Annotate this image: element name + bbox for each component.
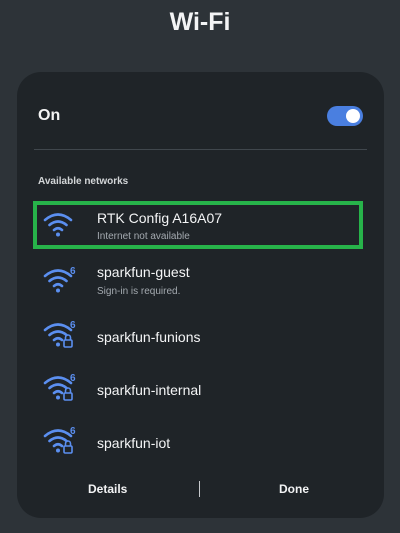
svg-text:6: 6 xyxy=(70,373,76,384)
network-item-sparkfun-iot[interactable]: 6 sparkfun-iot xyxy=(37,421,359,461)
network-item-sparkfun-guest[interactable]: 6 sparkfun-guest Sign-in is required. xyxy=(37,261,359,301)
footer-divider xyxy=(199,481,200,497)
svg-text:6: 6 xyxy=(70,266,76,277)
page-title: Wi-Fi xyxy=(169,8,231,36)
divider xyxy=(34,149,367,150)
network-name: sparkfun-guest xyxy=(97,264,190,280)
done-button[interactable]: Done xyxy=(279,482,309,496)
wifi-toggle-row[interactable]: On xyxy=(38,106,363,128)
svg-text:6: 6 xyxy=(70,320,76,331)
wifi-panel: On Available networks RTK Config A16A07 … xyxy=(17,72,384,518)
wifi6-lock-icon: 6 xyxy=(43,320,76,348)
wifi-toggle[interactable] xyxy=(327,106,363,126)
network-item-sparkfun-funions[interactable]: 6 sparkfun-funions xyxy=(37,315,359,355)
available-networks-label: Available networks xyxy=(38,176,129,187)
wifi6-lock-icon: 6 xyxy=(43,426,76,454)
network-name: sparkfun-iot xyxy=(97,435,171,451)
details-button[interactable]: Details xyxy=(88,482,127,496)
network-status: Sign-in is required. xyxy=(97,286,181,297)
wifi6-signal-icon: 6 xyxy=(43,266,76,293)
wifi-dialog-screen: Wi-Fi On Available networks RTK Config A… xyxy=(0,0,400,533)
network-name: RTK Config A16A07 xyxy=(97,210,223,226)
wifi6-lock-icon: 6 xyxy=(43,373,76,401)
toggle-knob xyxy=(346,109,360,123)
wifi-signal-icon xyxy=(43,213,73,237)
network-name: sparkfun-internal xyxy=(97,382,202,398)
wifi-state-label: On xyxy=(38,107,61,124)
network-item-rtk-config[interactable]: RTK Config A16A07 Internet not available xyxy=(33,201,363,249)
svg-text:6: 6 xyxy=(70,426,76,437)
network-item-sparkfun-internal[interactable]: 6 sparkfun-internal xyxy=(37,368,359,408)
network-status: Internet not available xyxy=(97,231,190,242)
network-name: sparkfun-funions xyxy=(97,329,201,345)
